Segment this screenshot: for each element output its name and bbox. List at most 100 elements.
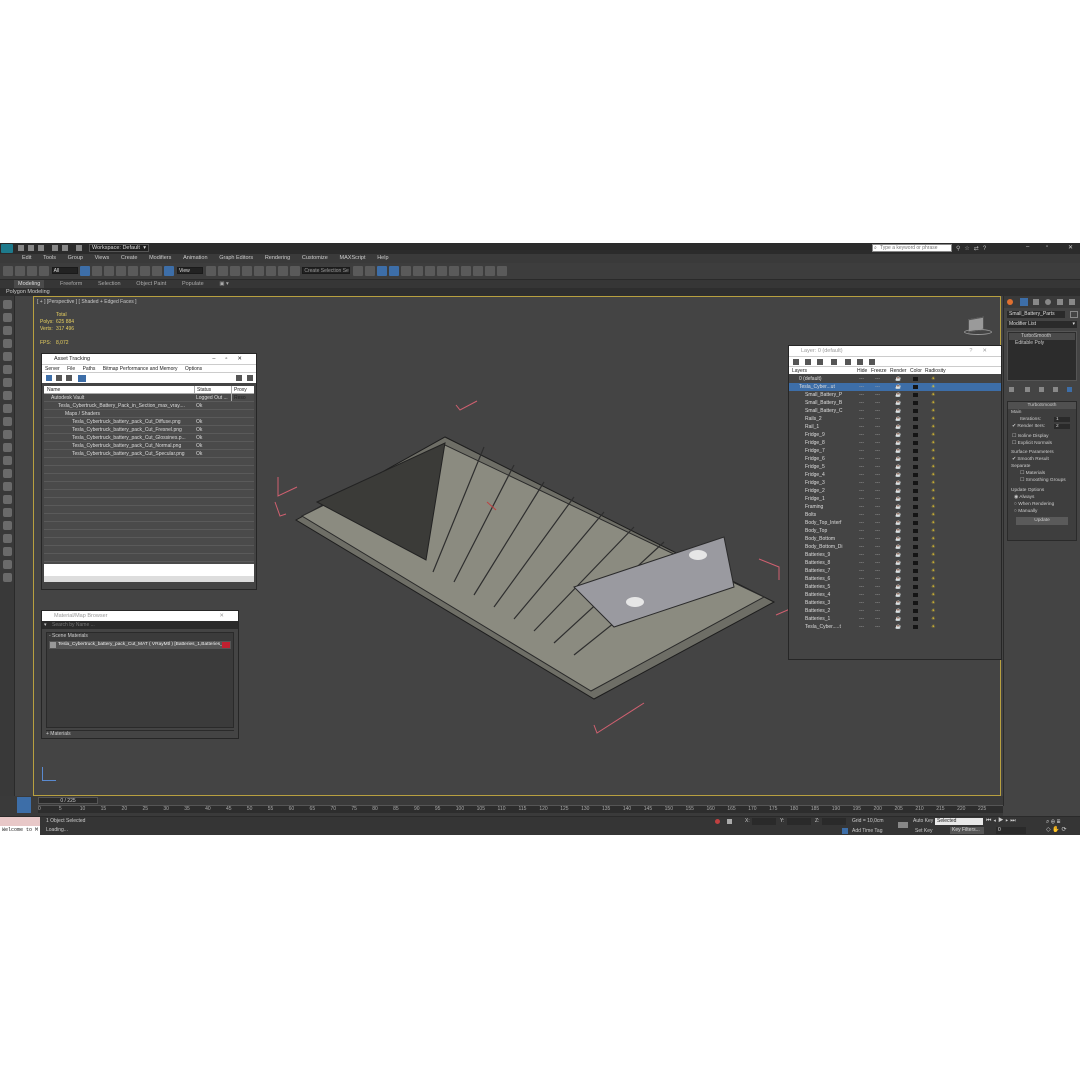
rect-select-icon[interactable] [104, 266, 115, 276]
layer-color-swatch[interactable] [913, 449, 918, 453]
radiosity-icon[interactable]: ☀ [931, 591, 935, 599]
current-frame-field[interactable]: 0 [996, 827, 1026, 834]
schematic-view-icon[interactable] [425, 266, 436, 276]
layer-row[interactable]: Body_Top_Interf --- --- ☕ ☀ [789, 519, 1001, 527]
tab-populate[interactable]: Populate [182, 280, 204, 288]
layer-row[interactable]: Batteries_8 --- --- ☕ ☀ [789, 559, 1001, 567]
layer-color-swatch[interactable] [913, 609, 918, 613]
layer-row[interactable]: Batteries_1 --- --- ☕ ☀ [789, 615, 1001, 623]
search-input[interactable]: ⌕ [872, 244, 952, 252]
edit-named-selection-icon[interactable] [289, 266, 300, 276]
hide-toggle[interactable]: --- [859, 551, 864, 559]
utilities-tab-icon[interactable] [1069, 299, 1075, 305]
layer-row[interactable]: Body_Bottom_Di --- --- ☕ ☀ [789, 543, 1001, 551]
table-row[interactable]: Tesla_Cybertruck_battery_pack_Cut_Diffus… [44, 418, 254, 426]
freeze-toggle[interactable]: --- [875, 543, 880, 551]
undo-tool-icon[interactable] [3, 266, 13, 276]
menu-views[interactable]: Views [95, 254, 110, 263]
freeze-toggle[interactable]: --- [875, 423, 880, 431]
layer-explorer-icon[interactable] [389, 266, 400, 276]
iterations-spinner[interactable]: 1 [1054, 417, 1070, 422]
named-selection-dropdown[interactable]: Create Selection Se [302, 267, 351, 274]
layer-row[interactable]: Batteries_5 --- --- ☕ ☀ [789, 583, 1001, 591]
hide-toggle[interactable]: --- [859, 447, 864, 455]
menu-graph-editors[interactable]: Graph Editors [219, 254, 253, 263]
rendered-frame-icon[interactable] [461, 266, 472, 276]
layer-row[interactable]: Fridge_8 --- --- ☕ ☀ [789, 439, 1001, 447]
ribbon-toggle-icon[interactable] [401, 266, 412, 276]
layer-color-swatch[interactable] [913, 521, 918, 525]
hide-toggle[interactable]: --- [859, 455, 864, 463]
render-teapot-icon[interactable]: ☕ [895, 391, 901, 399]
layer-explorer-controls[interactable]: ?✕ [969, 346, 997, 356]
render-iters-checkbox[interactable]: ✔ [1012, 424, 1016, 429]
render-teapot-icon[interactable]: ☕ [895, 591, 901, 599]
render-cloud-icon[interactable] [485, 266, 496, 276]
pivot-icon[interactable] [205, 266, 216, 276]
layer-row[interactable]: Fridge_9 --- --- ☕ ☀ [789, 431, 1001, 439]
rotate-icon[interactable] [140, 266, 151, 276]
radiosity-icon[interactable]: ☀ [931, 391, 935, 399]
render-teapot-icon[interactable]: ☕ [895, 383, 901, 391]
percent-snap-icon[interactable] [265, 266, 276, 276]
layer-row[interactable]: Small_Battery_P --- --- ☕ ☀ [789, 391, 1001, 399]
select-object-icon[interactable] [80, 266, 91, 276]
layer-color-swatch[interactable] [913, 497, 918, 501]
freeze-toggle[interactable]: --- [875, 439, 880, 447]
curve-editor-icon[interactable] [413, 266, 424, 276]
radiosity-icon[interactable]: ☀ [931, 599, 935, 607]
freeze-icon[interactable] [3, 547, 12, 556]
asset-tracking-controls[interactable]: –▫✕ [212, 354, 252, 364]
materials-row[interactable]: ☐ Materials [1008, 470, 1076, 477]
shape-icon[interactable] [3, 456, 12, 465]
spinner-snap-icon[interactable] [277, 266, 288, 276]
new-file-icon[interactable] [18, 245, 24, 251]
radiosity-icon[interactable]: ☀ [931, 527, 935, 535]
layer-row[interactable]: Tesla_Cyber.....t --- --- ☕ ☀ [789, 623, 1001, 631]
radiosity-icon[interactable]: ☀ [931, 511, 935, 519]
manually-radio[interactable]: ○ Manually [1008, 508, 1076, 515]
menu-animation[interactable]: Animation [183, 254, 207, 263]
tab-modeling[interactable]: Modeling [14, 280, 45, 288]
hide-toggle[interactable]: --- [859, 543, 864, 551]
hide-toggle[interactable]: --- [859, 519, 864, 527]
radiosity-icon[interactable]: ☀ [931, 383, 935, 391]
layer-row[interactable]: Fridge_7 --- --- ☕ ☀ [789, 447, 1001, 455]
hide-toggle[interactable]: --- [859, 415, 864, 423]
material-browser-close-icon[interactable]: ✕ [219, 611, 234, 621]
when-rendering-radio[interactable]: ○ When Rendering [1008, 501, 1076, 508]
material-editor-icon[interactable] [437, 266, 448, 276]
hide-toggle[interactable]: --- [859, 431, 864, 439]
tab-selection[interactable]: Selection [98, 280, 121, 288]
layer-color-swatch[interactable] [913, 393, 918, 397]
render-teapot-icon[interactable]: ☕ [895, 535, 901, 543]
modify-icon[interactable] [3, 313, 12, 322]
remove-modifier-icon[interactable] [1053, 387, 1058, 392]
go-to-end-icon[interactable]: ⏭ [1010, 818, 1017, 824]
hide-toggle[interactable]: --- [859, 391, 864, 399]
redo-icon[interactable] [62, 245, 68, 251]
move-icon[interactable] [128, 266, 139, 276]
hide-toggle[interactable]: --- [859, 423, 864, 431]
hide-toggle[interactable]: --- [859, 567, 864, 575]
hide-all-icon[interactable] [857, 359, 863, 365]
hide-icon[interactable] [3, 534, 12, 543]
render-teapot-icon[interactable]: ☕ [895, 479, 901, 487]
render-teapot-icon[interactable]: ☕ [895, 567, 901, 575]
layer-explorer-titlebar[interactable]: Layer: 0 (default) ?✕ [789, 346, 1001, 356]
hide-toggle[interactable]: --- [859, 471, 864, 479]
freeze-toggle[interactable]: --- [875, 375, 880, 383]
auto-key-button[interactable]: Auto Key [913, 818, 933, 824]
maxscript-listener[interactable] [0, 817, 40, 826]
settings-icon[interactable] [3, 573, 12, 582]
render-teapot-icon[interactable]: ☕ [895, 415, 901, 423]
layer-row[interactable]: Fridge_5 --- --- ☕ ☀ [789, 463, 1001, 471]
render-teapot-icon[interactable]: ☕ [895, 407, 901, 415]
project-folder-icon[interactable] [76, 245, 82, 251]
layer-color-swatch[interactable] [913, 561, 918, 565]
radiosity-icon[interactable]: ☀ [931, 519, 935, 527]
radiosity-icon[interactable]: ☀ [931, 439, 935, 447]
link-icon[interactable] [15, 266, 25, 276]
chevron-down-icon[interactable]: ▾ [44, 621, 47, 629]
rollout-header[interactable]: TurboSmooth [1008, 402, 1076, 409]
